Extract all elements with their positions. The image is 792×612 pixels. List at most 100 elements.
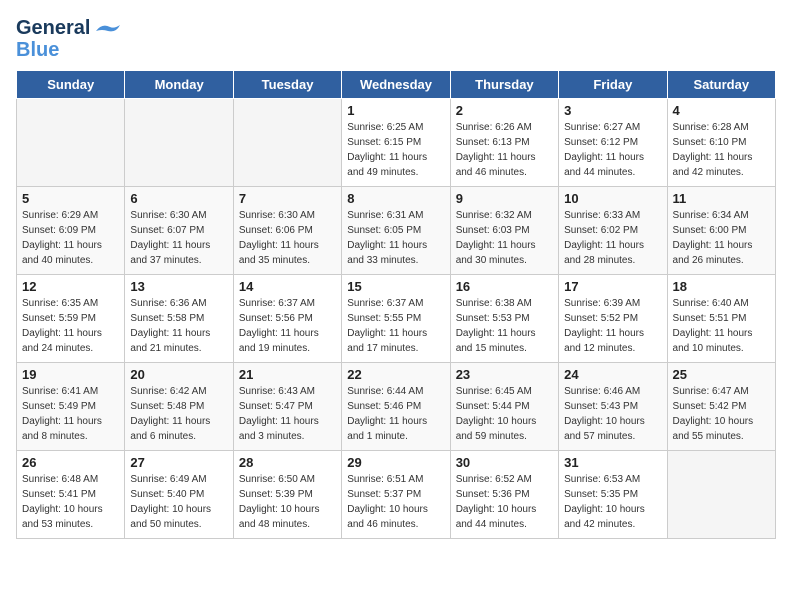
day-number: 27 <box>130 455 227 470</box>
calendar-cell: 5Sunrise: 6:29 AM Sunset: 6:09 PM Daylig… <box>17 187 125 275</box>
calendar-cell: 17 Sunrise: 6:39 AM Sunset: 5:52 PM Dayli… <box>559 275 667 363</box>
day-info: Sunrise: 6:26 AM Sunset: 6:13 PM Dayligh… <box>456 120 553 180</box>
weekday-header-tuesday: Tuesday <box>233 71 341 99</box>
logo: General Blue <box>16 16 122 60</box>
day-info: Sunrise: 6:37 AM Sunset: 5:56 PM Dayligh… <box>239 296 336 356</box>
day-number: 4 <box>673 103 770 118</box>
calendar-cell: 21Sunrise: 6:43 AM Sunset: 5:47 PM Dayli… <box>233 363 341 451</box>
day-number: 23 <box>456 367 553 382</box>
logo-text: General Blue <box>16 16 90 60</box>
calendar-week-row: 26Sunrise: 6:48 AM Sunset: 5:41 PM Dayli… <box>17 451 776 539</box>
day-number: 16 <box>456 279 553 294</box>
weekday-header-thursday: Thursday <box>450 71 558 99</box>
calendar-cell <box>667 451 775 539</box>
calendar-cell: 3Sunrise: 6:27 AM Sunset: 6:12 PM Daylig… <box>559 99 667 187</box>
day-number: 17 <box>564 279 661 294</box>
day-number: 6 <box>130 191 227 206</box>
day-info: Sunrise: 6:50 AM Sunset: 5:39 PM Dayligh… <box>239 472 336 532</box>
calendar-cell: 18Sunrise: 6:40 AM Sunset: 5:51 PM Dayli… <box>667 275 775 363</box>
day-info: Sunrise: 6:43 AM Sunset: 5:47 PM Dayligh… <box>239 384 336 444</box>
calendar-week-row: 19 Sunrise: 6:41 AM Sunset: 5:49 PM Dayli… <box>17 363 776 451</box>
day-info: Sunrise: 6:36 AM Sunset: 5:58 PM Dayligh… <box>130 296 227 356</box>
day-info: Sunrise: 6:33 AM Sunset: 6:02 PM Dayligh… <box>564 208 661 268</box>
day-number: 19 <box>22 367 119 382</box>
day-number: 14 <box>239 279 336 294</box>
day-info: Sunrise: 6:45 AM Sunset: 5:44 PM Dayligh… <box>456 384 553 444</box>
day-info: Sunrise: 6:37 AM Sunset: 5:55 PM Dayligh… <box>347 296 444 356</box>
calendar-cell: 15 Sunrise: 6:37 AM Sunset: 5:55 PM Dayli… <box>342 275 450 363</box>
day-info: Sunrise: 6:29 AM Sunset: 6:09 PM Dayligh… <box>22 208 119 268</box>
day-info: Sunrise: 6:40 AM Sunset: 5:51 PM Dayligh… <box>673 296 770 356</box>
calendar-cell: 31 Sunrise: 6:53 AM Sunset: 5:35 PM Dayli… <box>559 451 667 539</box>
day-number: 12 <box>22 279 119 294</box>
day-info: Sunrise: 6:35 AM Sunset: 5:59 PM Dayligh… <box>22 296 119 356</box>
calendar-cell: 4 Sunrise: 6:28 AM Sunset: 6:10 PM Daylig… <box>667 99 775 187</box>
day-number: 8 <box>347 191 444 206</box>
day-number: 25 <box>673 367 770 382</box>
day-number: 31 <box>564 455 661 470</box>
calendar-cell: 12 Sunrise: 6:35 AM Sunset: 5:59 PM Dayli… <box>17 275 125 363</box>
day-info: Sunrise: 6:41 AM Sunset: 5:49 PM Dayligh… <box>22 384 119 444</box>
day-number: 1 <box>347 103 444 118</box>
calendar-cell: 20 Sunrise: 6:42 AM Sunset: 5:48 PM Dayli… <box>125 363 233 451</box>
calendar-cell: 2 Sunrise: 6:26 AM Sunset: 6:13 PM Daylig… <box>450 99 558 187</box>
calendar-cell: 1 Sunrise: 6:25 AM Sunset: 6:15 PM Daylig… <box>342 99 450 187</box>
calendar-cell: 22 Sunrise: 6:44 AM Sunset: 5:46 PM Dayli… <box>342 363 450 451</box>
page-container: General Blue SundayMondayTuesdayWednesda… <box>0 0 792 547</box>
day-number: 2 <box>456 103 553 118</box>
calendar-cell: 19 Sunrise: 6:41 AM Sunset: 5:49 PM Dayli… <box>17 363 125 451</box>
calendar-cell: 6 Sunrise: 6:30 AM Sunset: 6:07 PM Daylig… <box>125 187 233 275</box>
day-info: Sunrise: 6:25 AM Sunset: 6:15 PM Dayligh… <box>347 120 444 180</box>
day-info: Sunrise: 6:31 AM Sunset: 6:05 PM Dayligh… <box>347 208 444 268</box>
day-number: 3 <box>564 103 661 118</box>
weekday-header-friday: Friday <box>559 71 667 99</box>
weekday-header-row: SundayMondayTuesdayWednesdayThursdayFrid… <box>17 71 776 99</box>
weekday-header-monday: Monday <box>125 71 233 99</box>
calendar-cell <box>233 99 341 187</box>
weekday-header-wednesday: Wednesday <box>342 71 450 99</box>
calendar-week-row: 5Sunrise: 6:29 AM Sunset: 6:09 PM Daylig… <box>17 187 776 275</box>
day-number: 30 <box>456 455 553 470</box>
day-number: 10 <box>564 191 661 206</box>
calendar-cell: 14 Sunrise: 6:37 AM Sunset: 5:56 PM Dayli… <box>233 275 341 363</box>
calendar-cell: 23 Sunrise: 6:45 AM Sunset: 5:44 PM Dayli… <box>450 363 558 451</box>
day-info: Sunrise: 6:52 AM Sunset: 5:36 PM Dayligh… <box>456 472 553 532</box>
day-number: 11 <box>673 191 770 206</box>
calendar-cell: 29Sunrise: 6:51 AM Sunset: 5:37 PM Dayli… <box>342 451 450 539</box>
day-number: 22 <box>347 367 444 382</box>
calendar-cell: 8 Sunrise: 6:31 AM Sunset: 6:05 PM Daylig… <box>342 187 450 275</box>
day-info: Sunrise: 6:44 AM Sunset: 5:46 PM Dayligh… <box>347 384 444 444</box>
day-info: Sunrise: 6:47 AM Sunset: 5:42 PM Dayligh… <box>673 384 770 444</box>
logo-bird-icon <box>94 21 122 41</box>
calendar-cell: 10 Sunrise: 6:33 AM Sunset: 6:02 PM Dayli… <box>559 187 667 275</box>
calendar-cell: 13Sunrise: 6:36 AM Sunset: 5:58 PM Dayli… <box>125 275 233 363</box>
weekday-header-saturday: Saturday <box>667 71 775 99</box>
calendar-cell: 11 Sunrise: 6:34 AM Sunset: 6:00 PM Dayli… <box>667 187 775 275</box>
calendar-cell: 25 Sunrise: 6:47 AM Sunset: 5:42 PM Dayli… <box>667 363 775 451</box>
calendar-table: SundayMondayTuesdayWednesdayThursdayFrid… <box>16 70 776 539</box>
calendar-week-row: 12 Sunrise: 6:35 AM Sunset: 5:59 PM Dayli… <box>17 275 776 363</box>
calendar-cell: 9 Sunrise: 6:32 AM Sunset: 6:03 PM Daylig… <box>450 187 558 275</box>
day-number: 28 <box>239 455 336 470</box>
calendar-cell <box>17 99 125 187</box>
day-info: Sunrise: 6:48 AM Sunset: 5:41 PM Dayligh… <box>22 472 119 532</box>
calendar-cell: 27Sunrise: 6:49 AM Sunset: 5:40 PM Dayli… <box>125 451 233 539</box>
day-info: Sunrise: 6:53 AM Sunset: 5:35 PM Dayligh… <box>564 472 661 532</box>
header: General Blue <box>16 16 776 60</box>
calendar-cell: 30 Sunrise: 6:52 AM Sunset: 5:36 PM Dayli… <box>450 451 558 539</box>
day-info: Sunrise: 6:38 AM Sunset: 5:53 PM Dayligh… <box>456 296 553 356</box>
day-number: 20 <box>130 367 227 382</box>
day-number: 29 <box>347 455 444 470</box>
day-info: Sunrise: 6:42 AM Sunset: 5:48 PM Dayligh… <box>130 384 227 444</box>
day-info: Sunrise: 6:30 AM Sunset: 6:07 PM Dayligh… <box>130 208 227 268</box>
day-info: Sunrise: 6:39 AM Sunset: 5:52 PM Dayligh… <box>564 296 661 356</box>
calendar-cell: 7Sunrise: 6:30 AM Sunset: 6:06 PM Daylig… <box>233 187 341 275</box>
day-info: Sunrise: 6:46 AM Sunset: 5:43 PM Dayligh… <box>564 384 661 444</box>
day-info: Sunrise: 6:32 AM Sunset: 6:03 PM Dayligh… <box>456 208 553 268</box>
calendar-cell: 28 Sunrise: 6:50 AM Sunset: 5:39 PM Dayli… <box>233 451 341 539</box>
day-info: Sunrise: 6:28 AM Sunset: 6:10 PM Dayligh… <box>673 120 770 180</box>
day-number: 7 <box>239 191 336 206</box>
day-number: 15 <box>347 279 444 294</box>
day-info: Sunrise: 6:34 AM Sunset: 6:00 PM Dayligh… <box>673 208 770 268</box>
day-number: 9 <box>456 191 553 206</box>
